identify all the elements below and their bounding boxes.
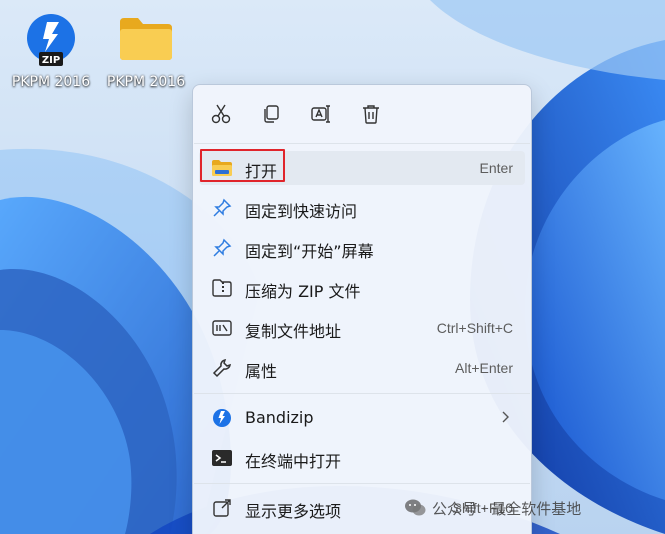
menu-item-pin-quick-access[interactable]: 固定到快速访问 xyxy=(199,191,525,225)
cut-icon xyxy=(211,104,231,124)
wechat-icon xyxy=(405,499,426,516)
desktop-icon-pkpm-folder[interactable]: PKPM 2016 xyxy=(102,8,190,94)
bandizip-icon xyxy=(211,408,233,428)
copy-icon xyxy=(264,105,279,123)
chevron-right-icon xyxy=(499,409,511,429)
menu-item-open-terminal[interactable]: 在终端中打开 xyxy=(199,441,525,475)
folder-icon xyxy=(120,18,172,60)
menu-item-shortcut: Ctrl+Shift+C xyxy=(436,320,513,336)
context-menu-toolbar xyxy=(193,85,531,143)
menu-item-label: 复制文件地址 xyxy=(245,322,342,341)
menu-item-shortcut: Alt+Enter xyxy=(455,360,513,376)
desktop-icon-label: PKPM 2016 xyxy=(11,74,91,90)
more-options-icon xyxy=(211,498,233,518)
desktop-icon-label: PKPM 2016 xyxy=(106,74,186,90)
wrench-icon xyxy=(211,358,233,378)
terminal-icon xyxy=(211,448,233,468)
rename-icon xyxy=(311,105,330,123)
menu-item-label: 压缩为 ZIP 文件 xyxy=(245,282,361,301)
menu-item-pin-start[interactable]: 固定到“开始”屏幕 xyxy=(199,231,525,265)
menu-separator xyxy=(194,483,530,484)
menu-item-bandizip[interactable]: Bandizip xyxy=(199,401,525,435)
watermark: 公众号 · 最全软件基地 xyxy=(404,492,581,524)
pin-icon xyxy=(211,198,233,218)
menu-item-label: 在终端中打开 xyxy=(245,452,342,471)
menu-item-label: 显示更多选项 xyxy=(245,502,342,521)
highlight-annotation xyxy=(200,149,285,182)
delete-icon xyxy=(363,105,379,124)
desktop-icon-pkpm-zip[interactable]: ZIP PKPM 2016 xyxy=(7,8,95,94)
copy-path-icon xyxy=(211,318,233,338)
menu-item-label: 固定到“开始”屏幕 xyxy=(245,242,374,261)
menu-item-copy-path[interactable]: 复制文件地址 Ctrl+Shift+C xyxy=(199,311,525,345)
bandizip-zip-icon: ZIP xyxy=(27,14,75,66)
delete-button[interactable] xyxy=(355,99,387,129)
cut-button[interactable] xyxy=(205,99,237,129)
menu-item-shortcut: Enter xyxy=(479,160,513,176)
desktop: ZIP PKPM 2016 PKPM 2016 打开 Enter 固定到快速访问… xyxy=(0,0,665,534)
watermark-text: 公众号 · 最全软件基地 xyxy=(432,499,582,518)
menu-item-compress-zip[interactable]: 压缩为 ZIP 文件 xyxy=(199,271,525,305)
menu-separator xyxy=(194,143,530,144)
menu-item-label: Bandizip xyxy=(245,408,314,427)
zip-folder-icon xyxy=(211,278,233,298)
svg-text:ZIP: ZIP xyxy=(42,55,60,66)
menu-item-label: 固定到快速访问 xyxy=(245,202,358,221)
menu-separator xyxy=(194,393,530,394)
menu-item-properties[interactable]: 属性 Alt+Enter xyxy=(199,351,525,385)
pin-icon xyxy=(211,238,233,258)
copy-button[interactable] xyxy=(255,99,287,129)
rename-button[interactable] xyxy=(305,99,337,129)
menu-item-label: 属性 xyxy=(245,362,278,381)
